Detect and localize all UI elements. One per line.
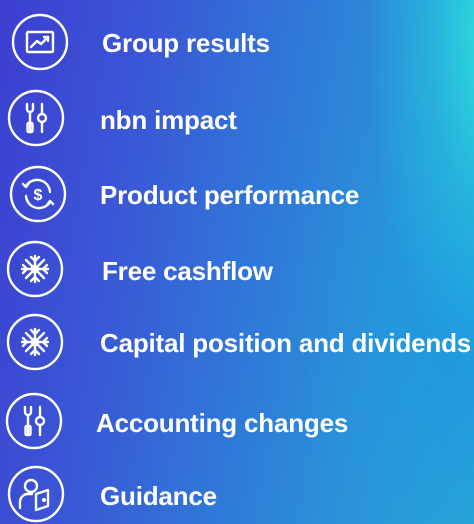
- dollar-cycle-icon: $: [8, 164, 68, 224]
- svg-text:$: $: [34, 187, 43, 204]
- tools-icon: [6, 88, 66, 148]
- tools-icon: [4, 391, 64, 451]
- menu-item-label: Group results: [102, 28, 270, 58]
- user-door-icon: [6, 464, 66, 524]
- menu-item-label: nbn impact: [100, 105, 237, 135]
- chart-trend-icon: [10, 12, 70, 72]
- menu-item-label: Product performance: [100, 180, 360, 210]
- menu-item-label: Accounting changes: [96, 408, 349, 438]
- menu-item-label: Guidance: [100, 481, 217, 511]
- menu-item-label: Capital position and dividends: [100, 328, 472, 358]
- snowflake-icon: [5, 239, 65, 299]
- snowflake-icon: [5, 312, 65, 372]
- menu-item-label: Free cashflow: [102, 256, 273, 286]
